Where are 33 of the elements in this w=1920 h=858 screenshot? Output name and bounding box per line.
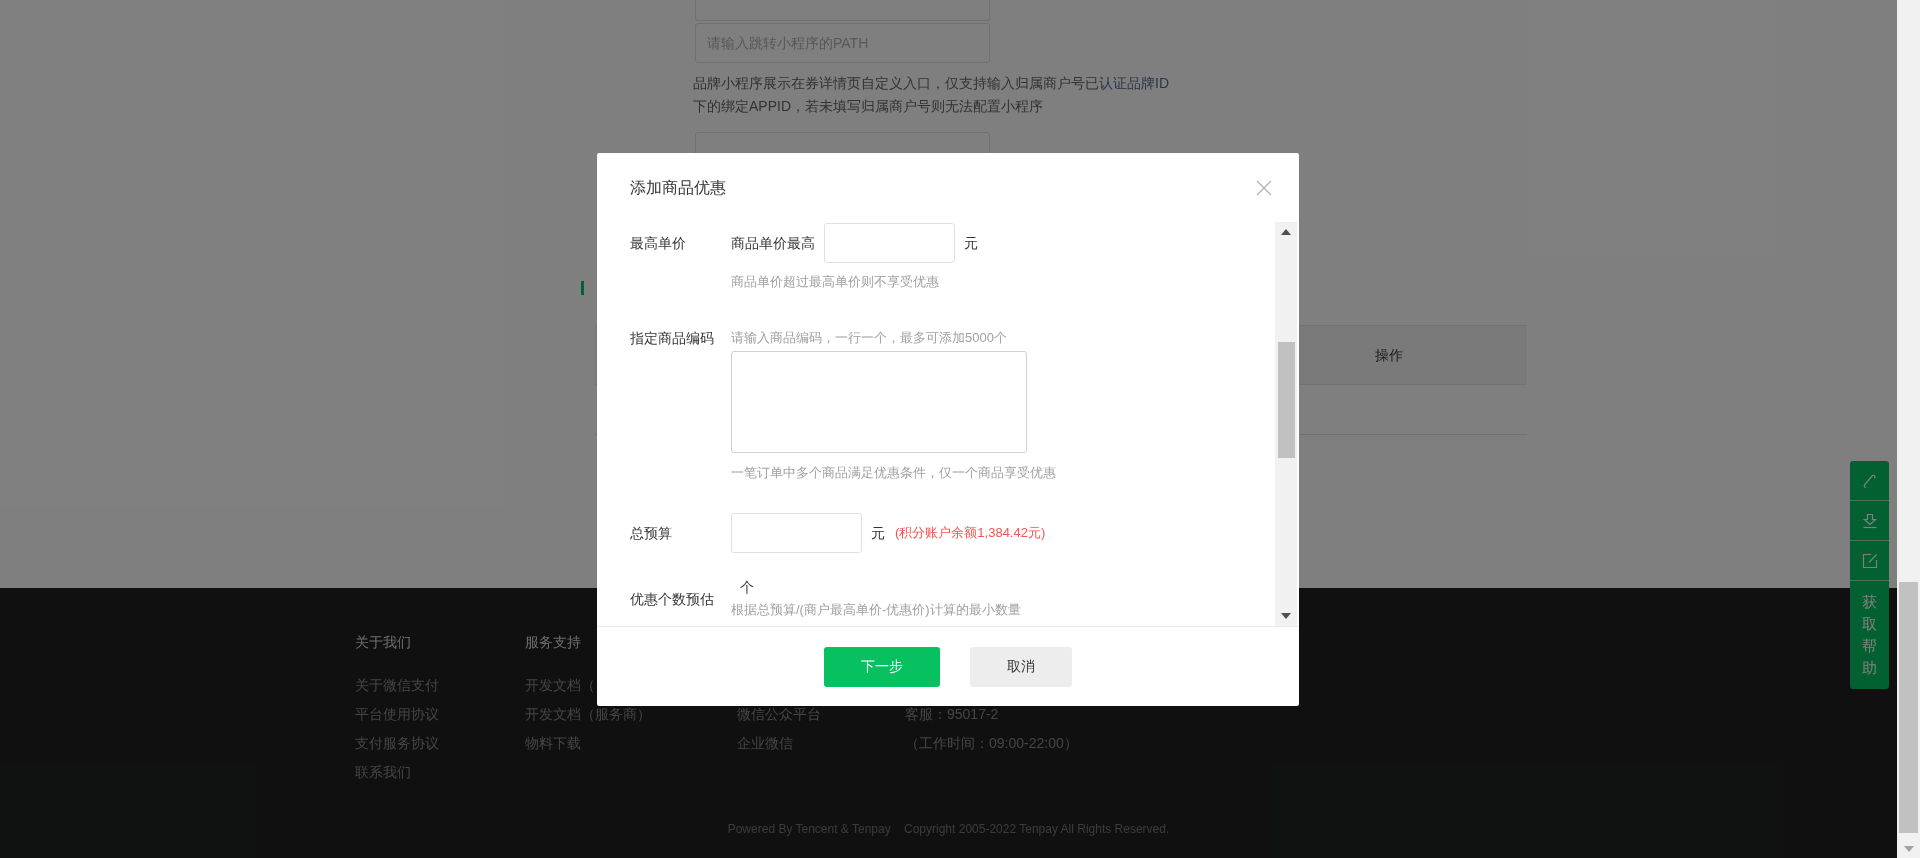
scroll-thumb[interactable] <box>1277 342 1295 458</box>
edit-icon <box>1861 552 1878 569</box>
field-label: 最高单价 <box>630 234 687 253</box>
footer-heading: 服务支持 <box>525 633 582 652</box>
link-icon <box>1862 472 1877 489</box>
section-marker <box>581 281 584 295</box>
unit-label: 个 <box>740 578 754 597</box>
scroll-thumb[interactable] <box>1899 582 1918 833</box>
scroll-up-icon[interactable] <box>1281 229 1291 235</box>
field-hint: 根据总预算/(商户最高单价-优惠价)计算的最小数量 <box>731 601 1021 619</box>
scroll-down-icon[interactable] <box>1281 613 1291 619</box>
unit-label: 元 <box>964 233 978 253</box>
unit-label: 元 <box>871 523 885 543</box>
price-input[interactable] <box>824 223 955 263</box>
dialog-scrollbar[interactable] <box>1275 222 1297 626</box>
footer-heading: 关于我们 <box>355 633 412 652</box>
page-scrollbar[interactable] <box>1897 0 1920 858</box>
download-icon <box>1861 512 1878 529</box>
field-label: 总预算 <box>630 524 673 543</box>
close-icon <box>1256 179 1272 196</box>
balance-text: (积分账户余额1,384.42元) <box>895 524 1046 543</box>
next-button[interactable]: 下一步 <box>824 646 940 687</box>
field-prefix: 商品单价最高 <box>731 233 815 253</box>
dialog-title: 添加商品优惠 <box>630 177 726 198</box>
cancel-button[interactable]: 取消 <box>970 646 1072 687</box>
field-label: 指定商品编码 <box>630 329 715 348</box>
field-label: 优惠个数预估 <box>630 590 715 609</box>
brand-id-link[interactable]: 认证品牌ID <box>1099 75 1169 91</box>
help-note: 品牌小程序展示在券详情页自定义入口，仅支持输入归属商户号已认证品牌ID 下的绑定APPID，若未填写归属商户号则无法配置小程序 <box>693 74 1170 116</box>
code-textarea[interactable] <box>731 351 1027 453</box>
column-header: 操作 <box>1374 345 1404 365</box>
budget-input[interactable] <box>731 513 862 553</box>
field-hint: 商品单价超过最高单价则不享受优惠 <box>731 273 940 291</box>
